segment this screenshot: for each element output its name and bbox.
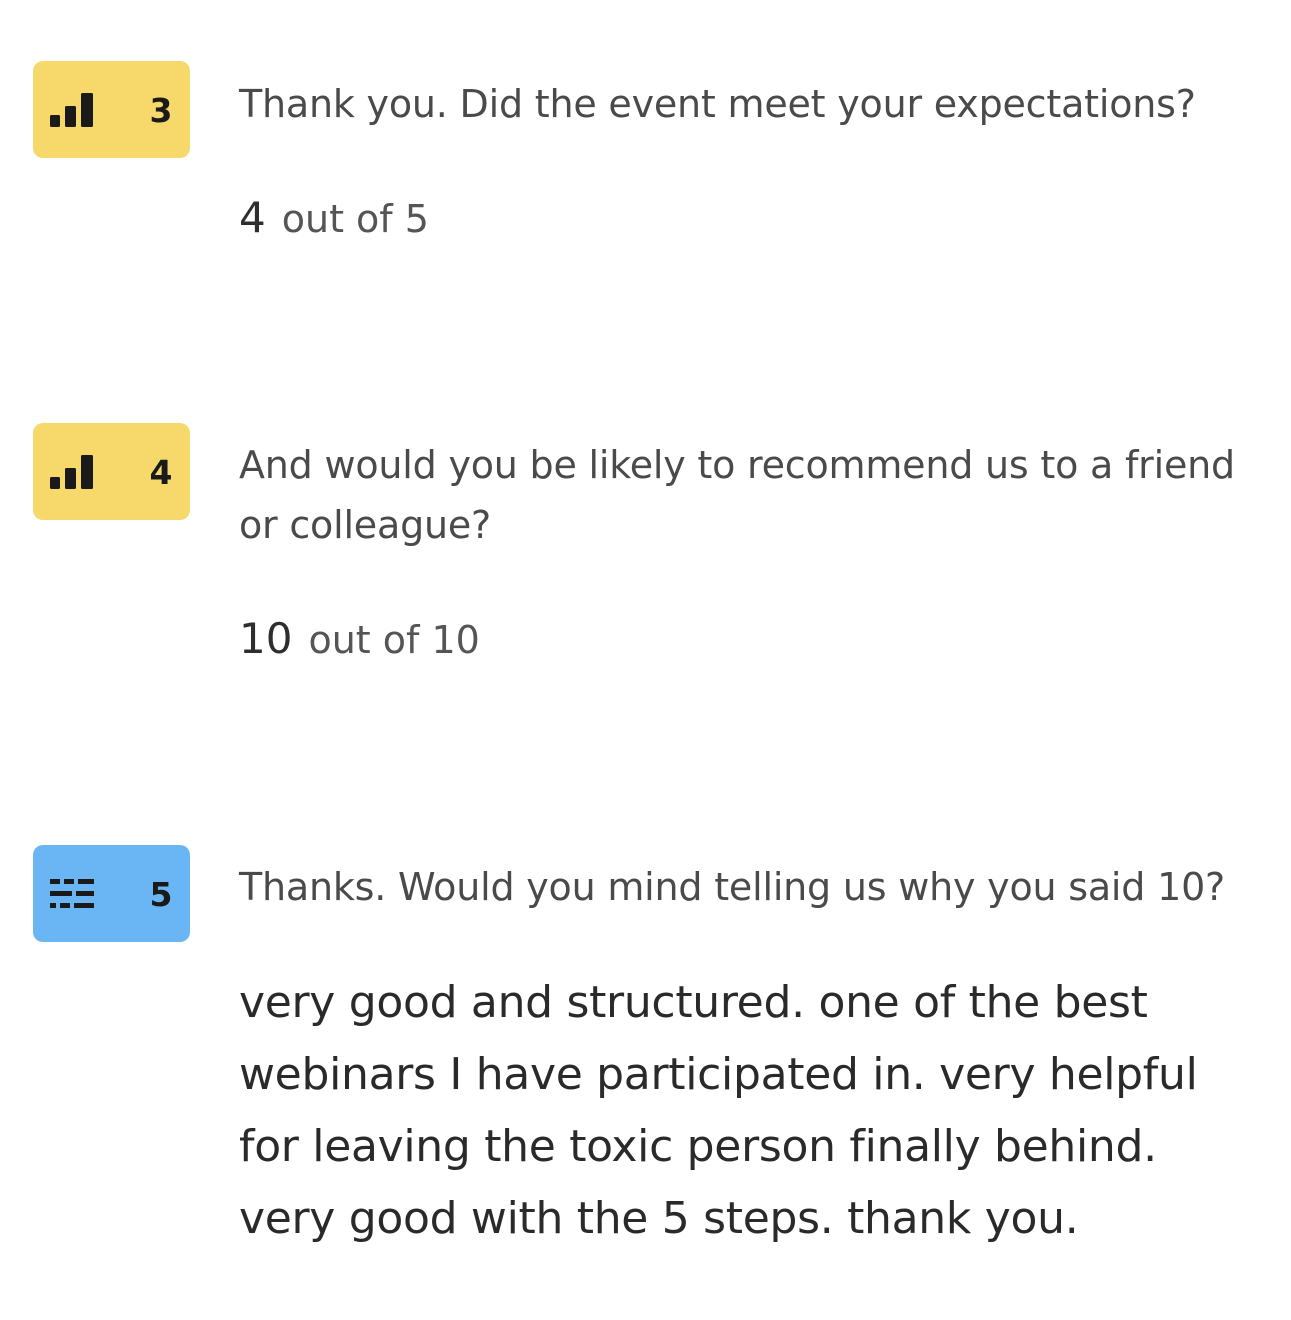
rating-answer: 4 out of 5 [239,193,429,242]
question-badge[interactable]: 4 [33,423,190,520]
rating-value: 4 [239,193,266,242]
question-badge[interactable]: 5 [33,845,190,942]
rating-scale: out of 10 [308,618,480,662]
rating-scale: out of 5 [281,197,429,241]
question-number: 4 [149,453,173,492]
question-badge[interactable]: 3 [33,61,190,158]
question-text: Thank you. Did the event meet your expec… [239,82,1196,126]
text-answer: very good and structured. one of the bes… [239,977,1198,1244]
question-text: Thanks. Would you mind telling us why yo… [239,865,1226,909]
question-text: And would you be likely to recommend us … [239,443,1235,547]
rating-value: 10 [239,614,293,663]
bar-chart-icon [50,455,93,489]
long-text-icon [50,879,94,908]
question-number: 5 [149,875,173,914]
rating-answer: 10 out of 10 [239,614,480,663]
bar-chart-icon [50,93,93,127]
question-number: 3 [149,91,173,130]
